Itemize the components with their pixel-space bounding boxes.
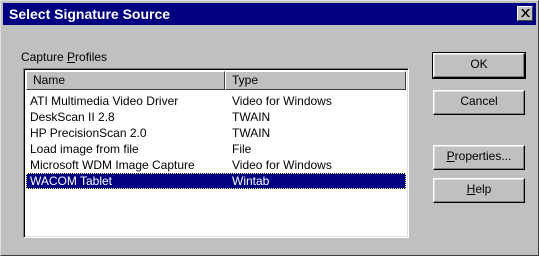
column-header-name[interactable]: Name — [26, 71, 225, 90]
cancel-button[interactable]: Cancel — [433, 90, 525, 115]
window-title: Select Signature Source — [9, 6, 171, 22]
list-rows: ATI Multimedia Video Driver Video for Wi… — [26, 93, 406, 189]
list-item[interactable]: ATI Multimedia Video Driver Video for Wi… — [26, 93, 406, 109]
item-name: DeskScan II 2.8 — [30, 110, 115, 124]
item-type: Video for Windows — [232, 94, 332, 108]
item-name: Load image from file — [30, 142, 139, 156]
item-type: Wintab — [232, 174, 270, 188]
list-item[interactable]: HP PrecisionScan 2.0 TWAIN — [26, 125, 406, 141]
close-icon — [521, 9, 530, 17]
column-header-type[interactable]: Type — [225, 71, 406, 90]
ok-button[interactable]: OK — [432, 52, 526, 79]
list-item[interactable]: Microsoft WDM Image Capture Video for Wi… — [26, 157, 406, 173]
help-button[interactable]: Help — [433, 178, 525, 203]
item-type: TWAIN — [232, 110, 271, 124]
item-name: ATI Multimedia Video Driver — [30, 94, 179, 108]
properties-button[interactable]: Properties... — [433, 145, 525, 170]
item-type: File — [232, 142, 252, 156]
capture-profiles-label: Capture Profiles — [21, 50, 108, 64]
capture-profiles-list[interactable]: Name Type ATI Multimedia Video Driver Vi… — [23, 68, 409, 238]
select-signature-source-dialog: Select Signature Source Capture Profiles… — [0, 0, 539, 256]
item-type: Video for Windows — [232, 158, 332, 172]
list-item-selected[interactable]: WACOM Tablet Wintab — [26, 173, 406, 189]
list-item[interactable]: DeskScan II 2.8 TWAIN — [26, 109, 406, 125]
list-header: Name Type — [26, 71, 406, 90]
list-item[interactable]: Load image from file File — [26, 141, 406, 157]
item-type: TWAIN — [232, 126, 271, 140]
item-name: WACOM Tablet — [30, 174, 113, 188]
item-name: HP PrecisionScan 2.0 — [30, 126, 147, 140]
item-name: Microsoft WDM Image Capture — [30, 158, 195, 172]
close-button[interactable] — [517, 6, 533, 21]
title-bar[interactable]: Select Signature Source — [3, 3, 536, 25]
